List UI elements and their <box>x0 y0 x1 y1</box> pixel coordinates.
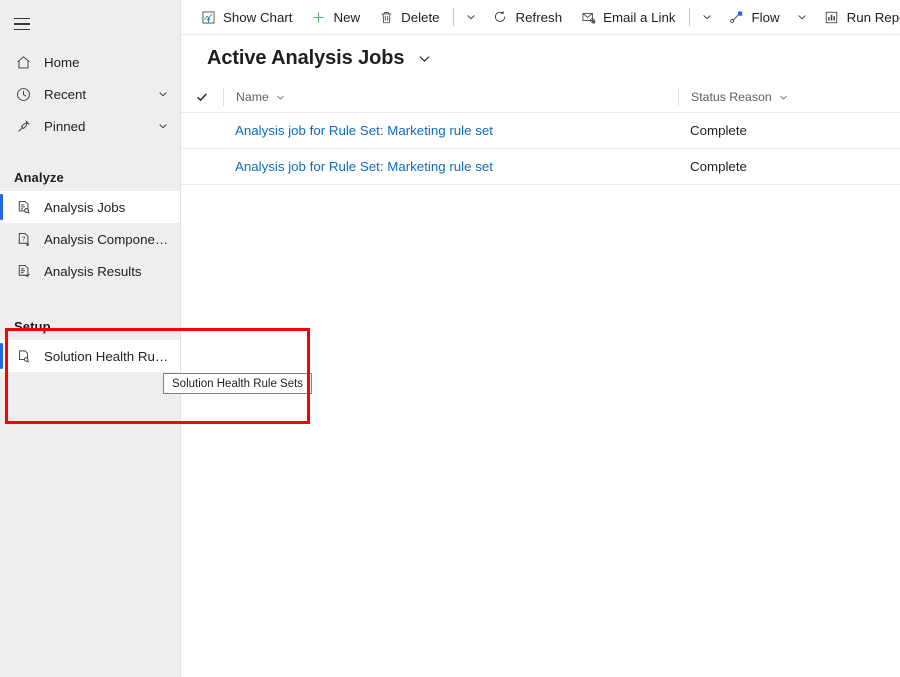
show-chart-button[interactable]: Show Chart <box>191 0 301 34</box>
run-report-icon <box>824 9 840 25</box>
grid-empty-space <box>181 185 900 677</box>
document-question-icon: ? <box>14 230 32 248</box>
new-button[interactable]: New <box>301 0 369 34</box>
column-header-status-reason[interactable]: Status Reason <box>678 88 900 106</box>
sidebar-item-label: Solution Health Rule ... <box>44 348 170 364</box>
sidebar-item-label: Home <box>44 54 80 70</box>
row-name-link[interactable]: Analysis job for Rule Set: Marketing rul… <box>223 123 678 138</box>
more-email-commands-chevron-down-icon[interactable] <box>694 0 720 34</box>
command-label: Email a Link <box>603 9 676 25</box>
command-label: Flow <box>751 9 780 25</box>
row-name-link[interactable]: Analysis job for Rule Set: Marketing rul… <box>223 159 678 174</box>
run-report-button[interactable]: Run Report <box>815 0 900 34</box>
main-content: Show Chart New Delete Refresh Email a Li… <box>181 0 900 677</box>
sidebar-item-solution-health-rule-sets[interactable]: Solution Health Rule ... <box>0 340 180 372</box>
command-label: Refresh <box>515 9 563 25</box>
sidebar-item-analysis-components[interactable]: ? Analysis Components <box>0 223 180 255</box>
app-root: Home Recent Pinned Analyze Analysis Jobs… <box>0 0 900 677</box>
plus-icon <box>310 9 326 25</box>
hamburger-bar <box>14 23 30 25</box>
sidebar-item-recent[interactable]: Recent <box>0 78 180 110</box>
command-label: Run Report <box>846 9 900 25</box>
hamburger-bar <box>14 28 30 31</box>
column-header-label: Status Reason <box>691 90 772 104</box>
sidebar-item-label: Recent <box>44 86 87 102</box>
hamburger-menu-icon[interactable] <box>2 4 42 44</box>
sidebar-item-analysis-jobs[interactable]: Analysis Jobs <box>0 191 180 223</box>
sidebar-item-label: Analysis Components <box>44 231 170 247</box>
email-a-link-button[interactable]: Email a Link <box>571 0 684 34</box>
column-header-label: Name <box>236 90 269 104</box>
sidebar-item-label: Pinned <box>44 118 86 134</box>
sidebar-group-header-setup: Setup <box>14 319 51 334</box>
chevron-down-icon[interactable] <box>778 92 789 103</box>
sidebar: Home Recent Pinned Analyze Analysis Jobs… <box>0 0 181 677</box>
flow-icon <box>729 9 745 25</box>
home-icon <box>14 53 32 71</box>
clock-icon <box>14 85 32 103</box>
more-commands-chevron-down-icon[interactable] <box>458 0 484 34</box>
sidebar-item-home[interactable]: Home <box>0 46 180 78</box>
command-bar: Show Chart New Delete Refresh Email a Li… <box>181 0 900 35</box>
sidebar-item-label: Analysis Jobs <box>44 199 126 215</box>
tooltip-solution-health-rule-sets: Solution Health Rule Sets <box>163 373 313 394</box>
page-title-row: Active Analysis Jobs <box>181 35 900 82</box>
document-check-icon <box>14 262 32 280</box>
document-search-icon <box>14 198 32 216</box>
command-separator <box>452 8 454 26</box>
command-separator <box>688 8 690 26</box>
page-title: Active Analysis Jobs <box>207 47 405 69</box>
hamburger-bar <box>14 17 30 20</box>
svg-text:?: ? <box>21 235 25 242</box>
sidebar-item-analysis-results[interactable]: Analysis Results <box>0 255 180 287</box>
chevron-down-icon[interactable] <box>156 119 170 133</box>
trash-icon <box>378 9 394 25</box>
column-header-name[interactable]: Name <box>223 88 678 106</box>
chevron-down-icon[interactable] <box>156 87 170 101</box>
show-chart-icon <box>200 9 216 25</box>
email-link-icon <box>580 9 596 25</box>
command-label: Show Chart <box>223 9 293 25</box>
chevron-down-icon[interactable] <box>275 92 286 103</box>
delete-button[interactable]: Delete <box>369 0 448 34</box>
row-status-reason: Complete <box>690 159 747 174</box>
sidebar-group-header-analyze: Analyze <box>14 170 64 185</box>
row-status-reason: Complete <box>690 123 747 138</box>
command-label: New <box>333 9 361 25</box>
command-label: Delete <box>401 9 440 25</box>
refresh-button[interactable]: Refresh <box>484 0 572 34</box>
sidebar-item-pinned[interactable]: Pinned <box>0 110 180 142</box>
flow-options-chevron-down-icon[interactable] <box>789 0 815 34</box>
pin-icon <box>14 117 32 135</box>
flow-button[interactable]: Flow <box>720 0 789 34</box>
document-magnifier-icon <box>14 347 32 365</box>
sidebar-item-label: Analysis Results <box>44 263 142 279</box>
select-all-checkbox[interactable] <box>181 90 223 104</box>
refresh-icon <box>493 9 509 25</box>
grid-header-row: Name Status Reason <box>181 82 900 113</box>
table-row[interactable]: Analysis job for Rule Set: Marketing rul… <box>181 113 900 149</box>
view-selector-chevron-down-icon[interactable] <box>417 51 432 66</box>
table-row[interactable]: Analysis job for Rule Set: Marketing rul… <box>181 149 900 185</box>
